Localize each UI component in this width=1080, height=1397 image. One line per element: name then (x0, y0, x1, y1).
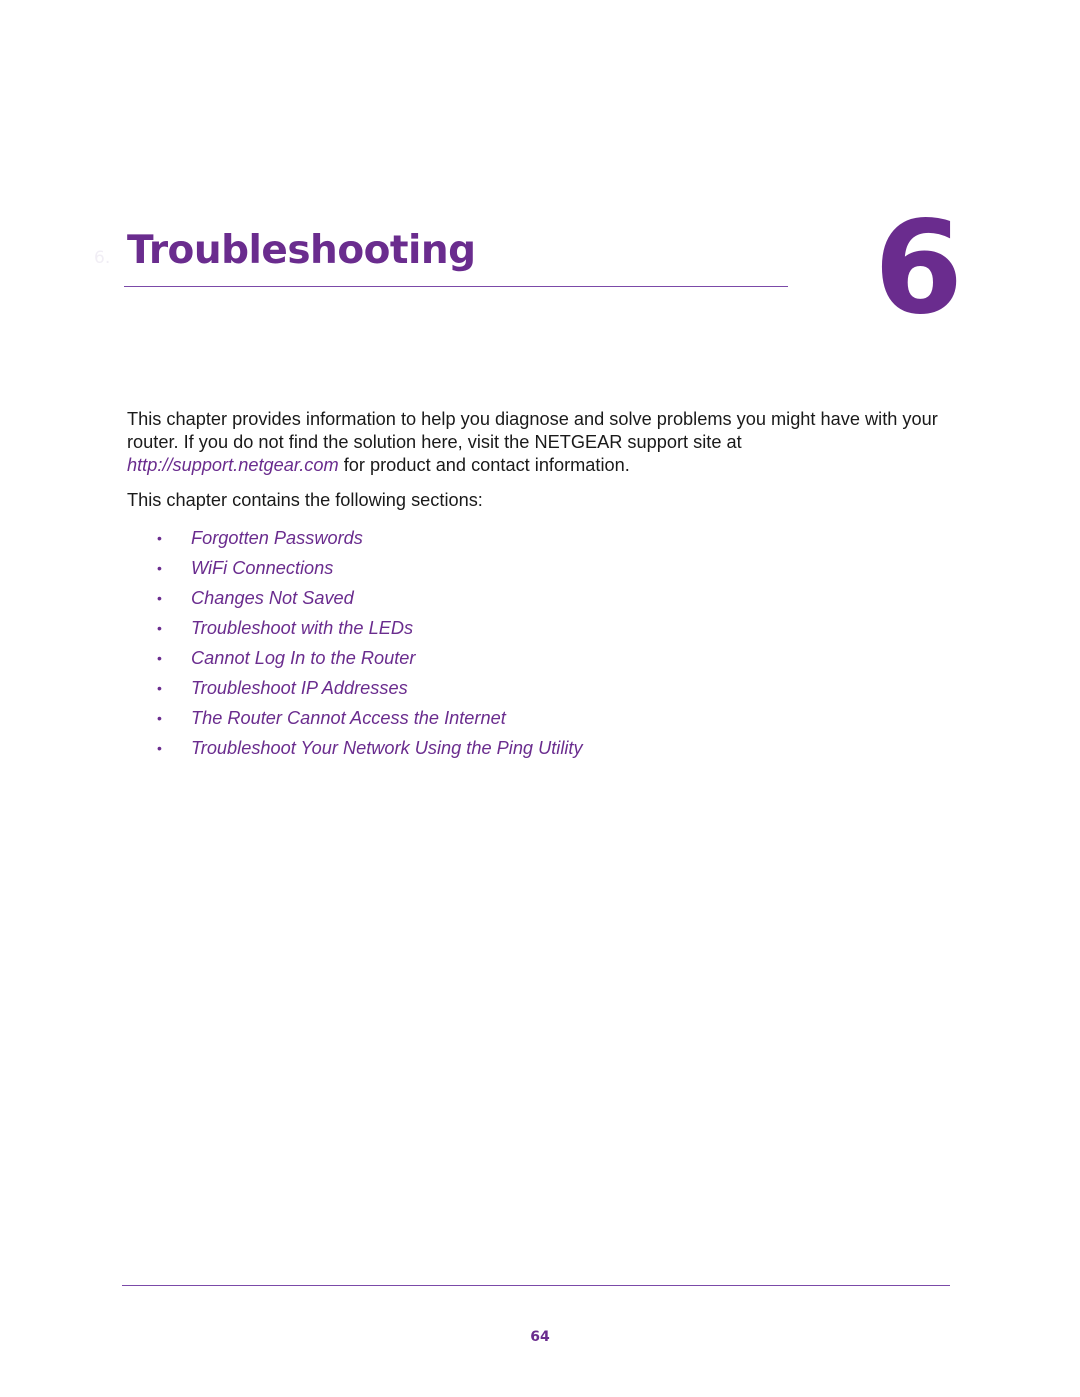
intro-paragraph: This chapter provides information to hel… (127, 408, 957, 477)
title-divider (124, 286, 788, 287)
bullet-icon: • (157, 710, 162, 726)
chapter-title: Troubleshooting (127, 228, 476, 273)
list-item: • Troubleshoot IP Addresses (157, 673, 583, 703)
section-link-forgotten-passwords[interactable]: Forgotten Passwords (191, 528, 363, 549)
bullet-icon: • (157, 740, 162, 756)
list-item: • The Router Cannot Access the Internet (157, 703, 583, 733)
sections-list: • Forgotten Passwords • WiFi Connections •… (157, 523, 583, 763)
chapter-label-faint: 6. (94, 248, 111, 268)
section-link-changes-not-saved[interactable]: Changes Not Saved (191, 588, 354, 609)
section-link-cannot-log-in[interactable]: Cannot Log In to the Router (191, 648, 415, 669)
chapter-number: 6 (874, 194, 964, 343)
page-number: 64 (530, 1329, 550, 1345)
bullet-icon: • (157, 530, 162, 546)
intro-text-end: for product and contact information. (338, 455, 630, 475)
section-link-troubleshoot-ip[interactable]: Troubleshoot IP Addresses (191, 678, 408, 699)
list-item: • Cannot Log In to the Router (157, 643, 583, 673)
section-link-cannot-access-internet[interactable]: The Router Cannot Access the Internet (191, 708, 506, 729)
list-item: • WiFi Connections (157, 553, 583, 583)
bullet-icon: • (157, 590, 162, 606)
list-item: • Troubleshoot with the LEDs (157, 613, 583, 643)
section-link-troubleshoot-leds[interactable]: Troubleshoot with the LEDs (191, 618, 413, 639)
bullet-icon: • (157, 650, 162, 666)
bullet-icon: • (157, 560, 162, 576)
section-link-wifi-connections[interactable]: WiFi Connections (191, 558, 333, 579)
list-item: • Changes Not Saved (157, 583, 583, 613)
bullet-icon: • (157, 680, 162, 696)
sections-intro: This chapter contains the following sect… (127, 490, 483, 510)
list-item: • Troubleshoot Your Network Using the Pin… (157, 733, 583, 763)
footer-divider (122, 1285, 950, 1286)
bullet-icon: • (157, 620, 162, 636)
support-link[interactable]: http://support.netgear.com (127, 455, 339, 475)
list-item: • Forgotten Passwords (157, 523, 583, 553)
intro-text: This chapter provides information to hel… (127, 409, 938, 452)
section-link-ping-utility[interactable]: Troubleshoot Your Network Using the Ping… (191, 738, 583, 759)
